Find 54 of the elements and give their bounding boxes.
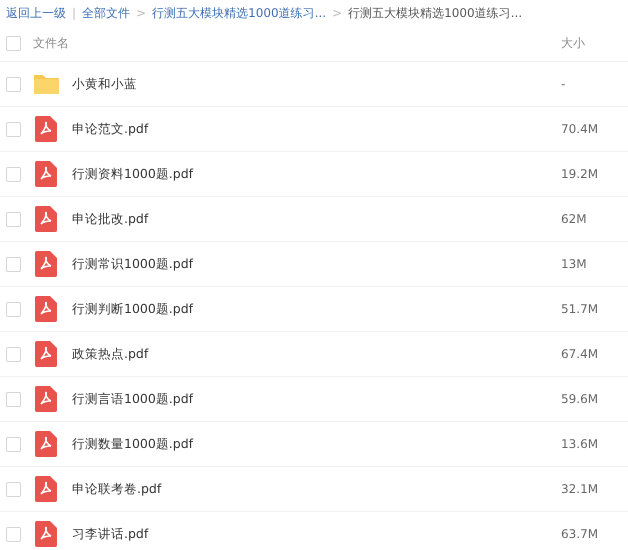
- row-checkbox[interactable]: [6, 166, 21, 182]
- file-name[interactable]: 小黄和小蓝: [72, 76, 561, 92]
- file-size: 62M: [561, 212, 588, 226]
- breadcrumb-link[interactable]: 行测五大模块精选1000道练习...: [152, 4, 326, 22]
- pdf-file-icon: [35, 341, 57, 367]
- pdf-file-icon: [35, 296, 57, 322]
- file-size: 32.1M: [561, 482, 600, 496]
- row-checkbox[interactable]: [6, 212, 21, 226]
- pdf-file-icon: [35, 431, 57, 457]
- pdf-file-icon: [35, 206, 57, 232]
- file-size: 59.6M: [561, 392, 600, 406]
- column-header: 文件名: [33, 35, 70, 52]
- file-size: 19.2M: [561, 167, 600, 181]
- row-checkbox[interactable]: [6, 76, 21, 92]
- pdf-file-icon: [35, 161, 57, 187]
- file-size: 13.6M: [561, 437, 600, 451]
- pdf-file-icon: [35, 386, 57, 412]
- folder-icon: [33, 73, 60, 95]
- row-checkbox[interactable]: [6, 122, 21, 136]
- breadcrumb-link[interactable]: 全部文件: [82, 4, 130, 22]
- breadcrumb-separator: >: [136, 6, 146, 20]
- row-checkbox[interactable]: [6, 392, 21, 406]
- file-name[interactable]: 行测常识1000题.pdf: [72, 256, 561, 272]
- row-checkbox[interactable]: [6, 436, 21, 452]
- breadcrumb-link[interactable]: 返回上一级: [6, 4, 66, 22]
- pdf-file-icon: [35, 476, 57, 502]
- file-name[interactable]: 申论范文.pdf: [72, 120, 561, 138]
- row-checkbox[interactable]: [6, 482, 21, 496]
- file-name[interactable]: 习李讲话.pdf: [72, 526, 561, 542]
- file-name[interactable]: 行测数量1000题.pdf: [72, 436, 561, 452]
- select-all-checkbox[interactable]: [6, 36, 21, 51]
- file-size: -: [561, 77, 566, 91]
- file-name[interactable]: 行测资料1000题.pdf: [72, 166, 561, 182]
- file-name[interactable]: 申论联考卷.pdf: [72, 480, 561, 498]
- file-name[interactable]: 行测言语1000题.pdf: [72, 390, 561, 408]
- file-name[interactable]: 政策热点.pdf: [72, 346, 561, 362]
- breadcrumb-separator: |: [72, 6, 76, 20]
- file-size: 70.4M: [561, 122, 600, 136]
- file-size: 67.4M: [561, 347, 600, 361]
- column-header: 大小: [561, 35, 586, 52]
- file-name[interactable]: 行测判断1000题.pdf: [72, 300, 561, 318]
- breadcrumb-current: 行测五大模块精选1000道练习...: [348, 4, 522, 22]
- pdf-file-icon: [35, 521, 57, 547]
- file-size: 63.7M: [561, 527, 600, 541]
- pdf-file-icon: [35, 116, 57, 142]
- row-checkbox[interactable]: [6, 302, 21, 316]
- row-checkbox[interactable]: [6, 256, 21, 272]
- pdf-file-icon: [35, 251, 57, 277]
- row-checkbox[interactable]: [6, 526, 21, 542]
- row-checkbox[interactable]: [6, 346, 21, 362]
- file-name[interactable]: 申论批改.pdf: [72, 210, 561, 228]
- file-size: 51.7M: [561, 302, 600, 316]
- breadcrumb-separator: >: [332, 6, 342, 20]
- file-size: 13M: [561, 257, 588, 271]
